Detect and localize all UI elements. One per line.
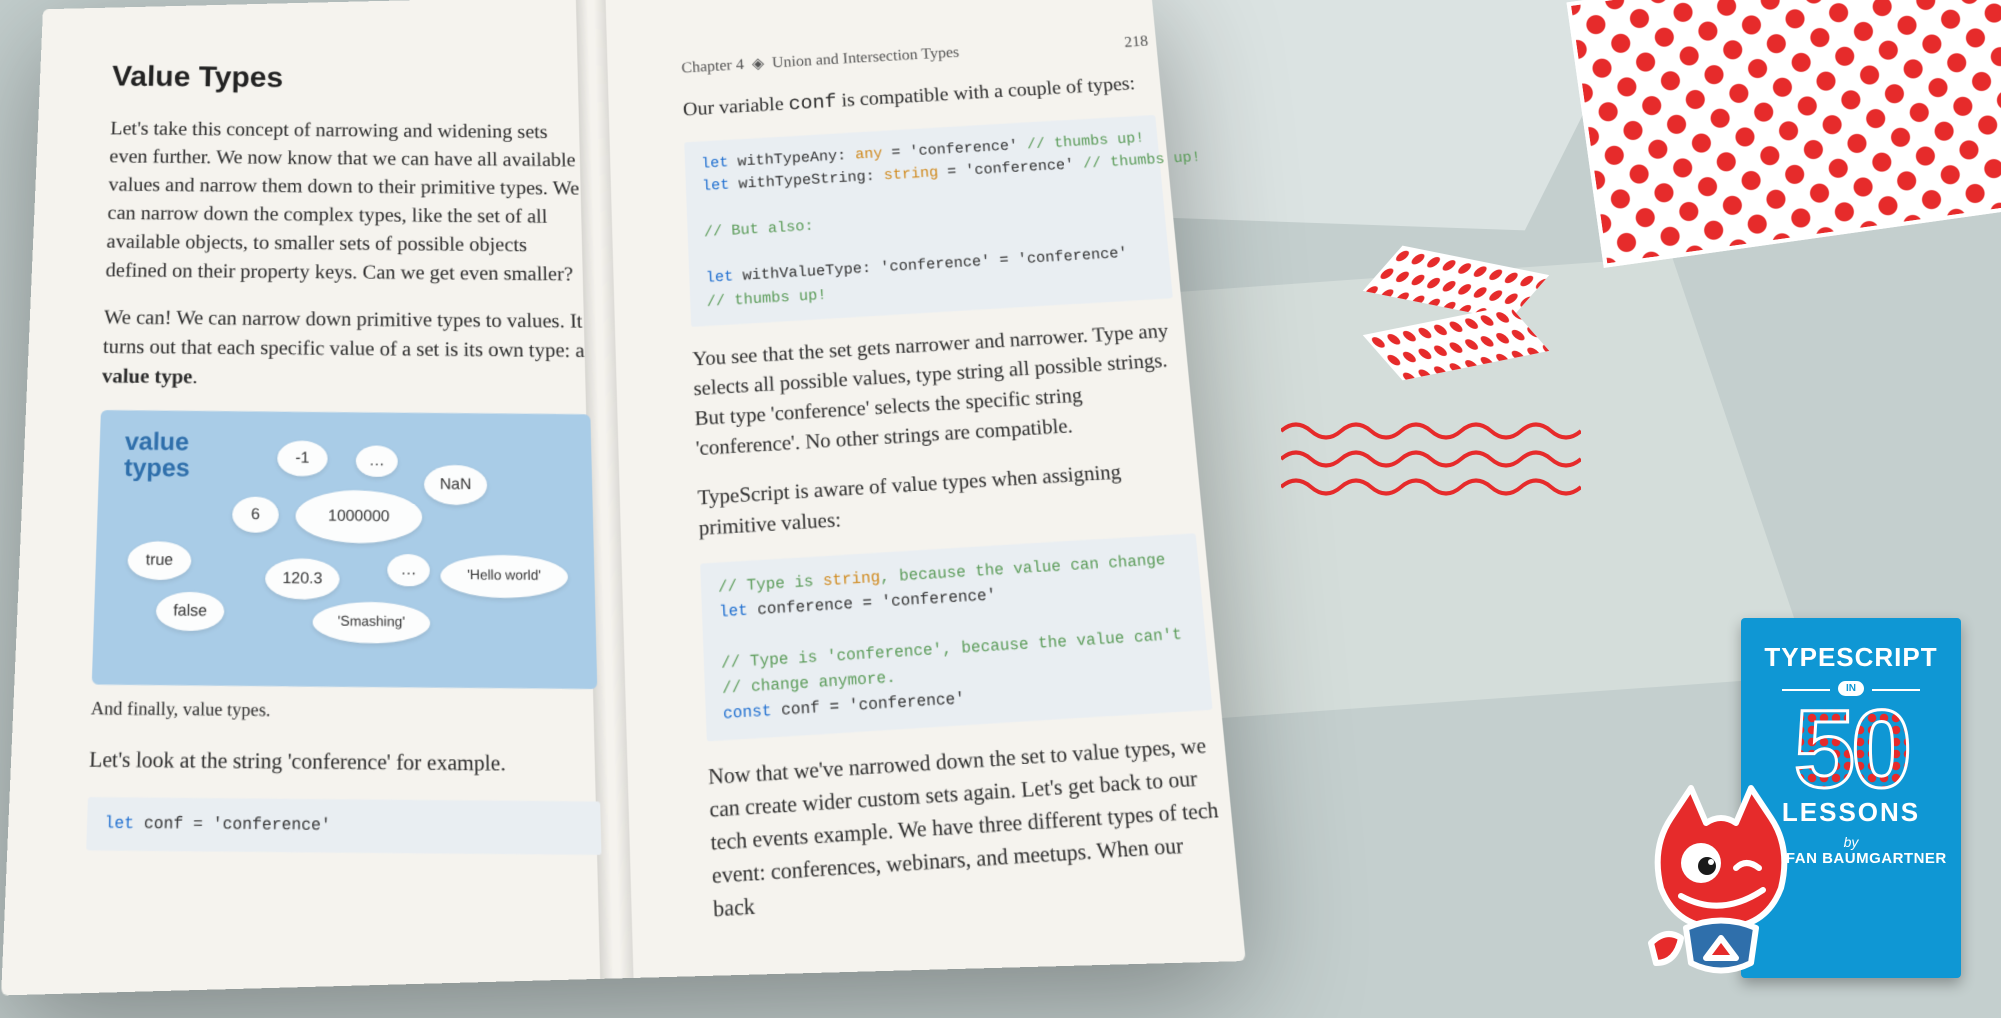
bubble: … bbox=[356, 445, 398, 477]
bubble: 'Hello world' bbox=[440, 554, 568, 598]
paragraph: Let's take this concept of narrowing and… bbox=[105, 115, 587, 289]
book-cover-group: TYPESCRIPT IN 50 LESSONS by STEFAN BAUMG… bbox=[1681, 618, 1961, 988]
promo-scene: Value Types Let's take this concept of n… bbox=[0, 0, 2001, 1018]
bubble: 6 bbox=[232, 496, 279, 532]
left-page: Value Types Let's take this concept of n… bbox=[36, 28, 650, 954]
value-types-diagram: valuetypes -1 … NaN 6 1000000 true 120.3… bbox=[92, 410, 598, 689]
paragraph: Let's look at the string 'conference' fo… bbox=[89, 744, 600, 781]
cover-pill: IN bbox=[1838, 681, 1864, 696]
bubble: NaN bbox=[424, 464, 487, 504]
arrow-glyph bbox=[1371, 260, 1561, 390]
strong-text: value type bbox=[102, 365, 193, 388]
page-number: 218 bbox=[1123, 30, 1149, 53]
section-heading: Value Types bbox=[111, 56, 582, 101]
text: Our variable bbox=[683, 93, 790, 120]
bubble: -1 bbox=[277, 440, 328, 476]
cat-mascot-icon bbox=[1641, 778, 1801, 978]
bubble: 120.3 bbox=[265, 558, 340, 599]
bubble: false bbox=[156, 591, 225, 630]
inline-code: conf bbox=[788, 91, 837, 116]
code-block: let conf = 'conference' bbox=[86, 797, 601, 855]
chapter-title: Union and Intersection Types bbox=[772, 44, 960, 71]
cover-by: by bbox=[1844, 834, 1859, 850]
text: We can! We can narrow down primitive typ… bbox=[103, 306, 585, 362]
code-block: let withTypeAny: any = 'conference' // t… bbox=[684, 115, 1173, 327]
paragraph: We can! We can narrow down primitive typ… bbox=[102, 303, 590, 395]
paragraph: TypeScript is aware of value types when … bbox=[697, 453, 1194, 544]
paragraph: You see that the set gets narrower and n… bbox=[692, 316, 1186, 464]
diagram-title: value bbox=[125, 427, 190, 456]
paragraph: Now that we've narrowed down the set to … bbox=[708, 730, 1231, 927]
polka-corner bbox=[1567, 0, 2001, 268]
right-page: Chapter 4 ◈ Union and Intersection Types… bbox=[638, 0, 1278, 953]
running-head: Chapter 4 ◈ Union and Intersection Types… bbox=[681, 30, 1149, 79]
chapter-num: Chapter 4 bbox=[681, 57, 744, 77]
text: is compatible with a couple of types: bbox=[836, 73, 1136, 111]
open-book: Value Types Let's take this concept of n… bbox=[0, 0, 1170, 990]
cover-title1: TYPESCRIPT bbox=[1764, 642, 1937, 673]
cover-fifty: 50 bbox=[1794, 700, 1908, 799]
bubble: 1000000 bbox=[295, 489, 422, 543]
bubble: true bbox=[127, 541, 192, 580]
bubble: … bbox=[387, 554, 430, 586]
code-block: // Type is string, because the value can… bbox=[700, 533, 1212, 742]
cover-title2: LESSONS bbox=[1782, 797, 1920, 828]
figure-caption: And finally, value types. bbox=[90, 695, 598, 727]
wavy-lines bbox=[1281, 420, 1581, 500]
diagram-title: types bbox=[124, 453, 190, 482]
paragraph: Our variable conf is compatible with a c… bbox=[683, 69, 1154, 125]
bubble: 'Smashing' bbox=[313, 601, 431, 643]
text: . bbox=[192, 365, 198, 388]
